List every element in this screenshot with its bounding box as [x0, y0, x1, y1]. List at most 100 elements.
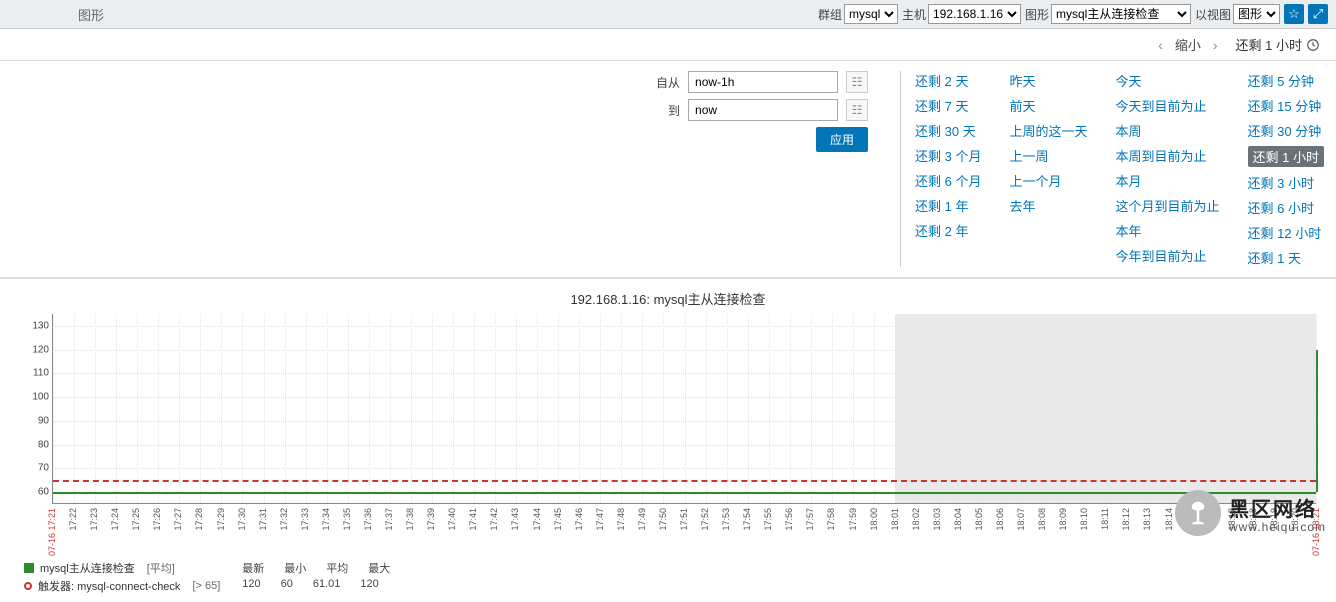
x-tick-label: 17:58 — [826, 508, 836, 531]
x-tick-label: 17:52 — [700, 508, 710, 531]
top-filters: 群组 mysql 主机 192.168.1.16 图形 mysql主从连接检查 … — [818, 4, 1328, 24]
threshold-line — [53, 480, 1316, 482]
x-tick-label: 17:29 — [216, 508, 226, 531]
calendar-icon[interactable]: ☷ — [846, 99, 868, 121]
x-tick-label: 17:33 — [300, 508, 310, 531]
x-tick-label: 17:54 — [742, 508, 752, 531]
page-title: 图形 — [8, 5, 104, 24]
x-tick-label: 17:30 — [237, 508, 247, 531]
quick-range-link[interactable]: 还剩 30 天 — [915, 121, 981, 140]
quick-range-link[interactable]: 还剩 1 年 — [915, 196, 981, 215]
x-tick-label: 17:51 — [679, 508, 689, 531]
y-tick-label: 130 — [19, 320, 49, 331]
quick-range-link[interactable]: 还剩 3 小时 — [1248, 173, 1324, 192]
graph-select[interactable]: mysql主从连接检查 — [1051, 4, 1191, 24]
star-icon[interactable]: ☆ — [1284, 4, 1304, 24]
watermark-icon — [1175, 490, 1221, 536]
x-tick-label: 17:28 — [194, 508, 204, 531]
quick-range-link[interactable]: 还剩 6 个月 — [915, 171, 981, 190]
quick-range-link[interactable]: 还剩 30 分钟 — [1248, 121, 1324, 140]
y-tick-label: 100 — [19, 392, 49, 403]
clock-icon — [1306, 38, 1320, 52]
legend-value: 120 — [242, 578, 260, 590]
quick-range-link[interactable]: 上一周 — [1010, 146, 1088, 165]
quick-range-link[interactable]: 今天到目前为止 — [1116, 96, 1220, 115]
quick-range-link[interactable]: 上一个月 — [1010, 171, 1088, 190]
group-label: 群组 — [818, 6, 842, 23]
from-input[interactable] — [688, 71, 838, 93]
legend-header: 平均 — [326, 560, 348, 576]
quick-range-link[interactable]: 还剩 7 天 — [915, 96, 981, 115]
quick-range-link[interactable]: 本年 — [1116, 221, 1220, 240]
x-tick-label: 18:01 — [890, 508, 900, 531]
quick-ranges: 还剩 2 天还剩 7 天还剩 30 天还剩 3 个月还剩 6 个月还剩 1 年还… — [915, 71, 1330, 267]
legend-header: 最大 — [368, 560, 390, 576]
y-tick-label: 110 — [19, 368, 49, 379]
x-tick-label: 17:38 — [405, 508, 415, 531]
quick-range-link[interactable]: 还剩 2 天 — [915, 71, 981, 90]
x-tick-label: 18:00 — [869, 508, 879, 531]
quick-range-link[interactable]: 还剩 1 天 — [1248, 248, 1324, 267]
x-tick-label: 17:57 — [805, 508, 815, 531]
x-tick-label: 17:39 — [426, 508, 436, 531]
watermark: 黑区网络 www.heiqu.com — [1175, 490, 1326, 536]
quick-range-link[interactable]: 还剩 2 年 — [915, 221, 981, 240]
x-tick-label: 17:56 — [784, 508, 794, 531]
x-tick-label: 17:23 — [89, 508, 99, 531]
quick-range-link[interactable]: 上周的这一天 — [1010, 121, 1088, 140]
x-tick-label: 18:14 — [1164, 508, 1174, 531]
top-bar: 图形 群组 mysql 主机 192.168.1.16 图形 mysql主从连接… — [0, 0, 1336, 29]
x-tick-label: 18:11 — [1100, 508, 1110, 530]
x-tick-label: 07-16 17:21 — [47, 508, 57, 556]
group-select[interactable]: mysql — [844, 4, 898, 24]
calendar-icon[interactable]: ☷ — [846, 71, 868, 93]
fullscreen-icon[interactable]: ⤢ — [1308, 4, 1328, 24]
x-tick-label: 17:47 — [595, 508, 605, 531]
x-tick-label: 18:08 — [1037, 508, 1047, 531]
chart-wrap: 192.168.1.16: mysql主从连接检查 60708090100110… — [0, 279, 1336, 602]
chart-title: 192.168.1.16: mysql主从连接检查 — [10, 285, 1326, 314]
quick-range-link[interactable]: 还剩 5 分钟 — [1248, 71, 1324, 90]
zoom-status: 还剩 1 小时 — [1230, 33, 1326, 56]
x-tick-label: 17:44 — [532, 508, 542, 531]
quick-range-link[interactable]: 还剩 12 小时 — [1248, 223, 1324, 242]
quick-range-link[interactable]: 还剩 6 小时 — [1248, 198, 1324, 217]
zoom-label[interactable]: 缩小 — [1175, 35, 1201, 54]
quick-range-link[interactable]: 本周到目前为止 — [1116, 146, 1220, 165]
x-tick-label: 17:48 — [616, 508, 626, 531]
x-tick-label: 17:59 — [848, 508, 858, 531]
quick-range-link[interactable]: 还剩 15 分钟 — [1248, 96, 1324, 115]
quick-range-link[interactable]: 去年 — [1010, 196, 1088, 215]
x-tick-label: 18:07 — [1016, 508, 1026, 531]
zoom-next-icon[interactable]: › — [1209, 37, 1222, 53]
quick-range-link[interactable]: 前天 — [1010, 96, 1088, 115]
host-select[interactable]: 192.168.1.16 — [928, 4, 1021, 24]
x-tick-label: 17:22 — [68, 508, 78, 531]
x-tick-label: 17:40 — [447, 508, 457, 531]
x-tick-label: 17:42 — [489, 508, 499, 531]
quick-range-link[interactable]: 这个月到目前为止 — [1116, 196, 1220, 215]
apply-button[interactable]: 应用 — [816, 127, 868, 152]
quick-range-link[interactable]: 还剩 1 小时 — [1248, 146, 1324, 167]
x-axis-labels: 07-16 17:2117:2217:2317:2417:2517:2617:2… — [52, 504, 1316, 556]
quick-range-link[interactable]: 今天 — [1116, 71, 1220, 90]
quick-range-link[interactable]: 本月 — [1116, 171, 1220, 190]
quick-range-link[interactable]: 还剩 3 个月 — [915, 146, 981, 165]
quick-range-link[interactable]: 今年到目前为止 — [1116, 246, 1220, 265]
legend-value: 120 — [360, 578, 378, 590]
y-tick-label: 90 — [19, 415, 49, 426]
x-tick-label: 17:36 — [363, 508, 373, 531]
x-tick-label: 17:43 — [510, 508, 520, 531]
legend-swatch — [24, 582, 32, 590]
quick-range-link[interactable]: 昨天 — [1010, 71, 1088, 90]
zoom-prev-icon[interactable]: ‹ — [1154, 37, 1167, 53]
from-label: 自从 — [656, 74, 680, 91]
to-input[interactable] — [688, 99, 838, 121]
graph-label: 图形 — [1025, 6, 1049, 23]
legend: mysql主从连接检查 [平均] 触发器: mysql-connect-chec… — [10, 556, 1326, 598]
x-tick-label: 17:45 — [553, 508, 563, 531]
view-label: 以视图 — [1195, 6, 1231, 23]
quick-range-link[interactable]: 本周 — [1116, 121, 1220, 140]
view-select[interactable]: 图形 — [1233, 4, 1280, 24]
zoom-bar: ‹ 缩小 › 还剩 1 小时 — [0, 29, 1336, 61]
